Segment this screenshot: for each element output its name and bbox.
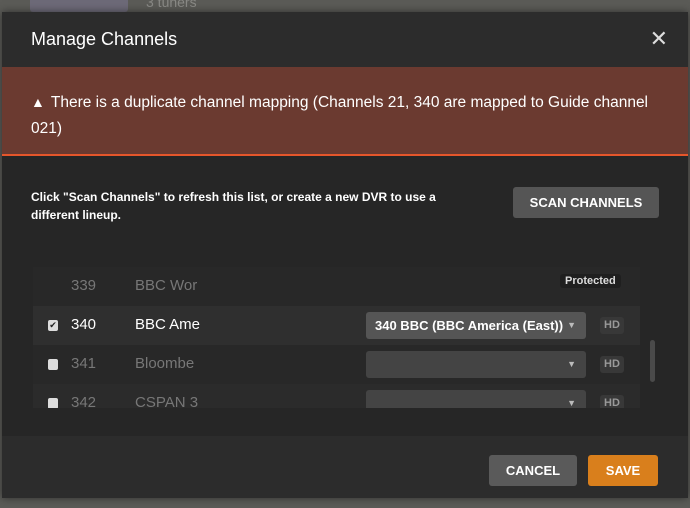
manage-channels-dialog: Manage Channels ✕ ▲ There is a duplicate … [2,12,688,498]
cancel-button[interactable]: CANCEL [489,455,577,486]
protected-badge: Protected [560,274,621,288]
select-value: 340 BBC (BBC America (East)) [375,318,564,333]
chevron-down-icon: ▼ [567,320,576,330]
guide-channel-select[interactable]: ▼ [366,351,586,378]
dialog-header: Manage Channels ✕ [2,12,688,67]
guide-channel-select[interactable]: ▼ [366,390,586,408]
channel-name: BBC Wor [135,277,198,294]
channel-row: 341 Bloombe ▼ HD [33,345,640,384]
info-text: Click "Scan Channels" to refresh this li… [31,190,436,222]
background-tuners-text: 3 tuners [146,0,197,10]
channel-number: 340 [71,316,97,333]
channel-number: 341 [71,355,97,372]
channel-row: 339 BBC Wor Protected [33,267,640,306]
channel-name: BBC Ame [135,316,201,333]
background-device-thumbnail [30,0,128,12]
dialog-title: Manage Channels [31,29,178,49]
channel-name: CSPAN 3 [135,394,199,408]
alert-message: There is a duplicate channel mapping (Ch… [31,94,649,137]
channel-number: 342 [71,394,97,408]
scan-channels-button[interactable]: SCAN CHANNELS [513,187,659,218]
channel-row: 342 CSPAN 3 ▼ HD [33,384,640,408]
channel-checkbox[interactable] [48,359,58,370]
chevron-down-icon: ▼ [567,359,576,369]
close-icon[interactable]: ✕ [650,26,668,52]
channel-checkbox[interactable] [48,398,58,408]
channel-name: Bloombe [135,355,195,372]
duplicate-mapping-alert: ▲ There is a duplicate channel mapping (C… [2,67,688,156]
channel-list: 339 BBC Wor Protected ✔ 340 BBC Ame 340 … [33,267,640,408]
channel-row: ✔ 340 BBC Ame 340 BBC (BBC America (East… [33,306,640,345]
chevron-down-icon: ▼ [567,398,576,408]
channel-list-scrollbar[interactable] [650,340,655,382]
channel-checkbox[interactable]: ✔ [48,320,58,331]
channel-number: 339 [71,277,97,294]
warning-icon: ▲ [31,94,45,110]
save-button[interactable]: SAVE [588,455,658,486]
dialog-footer: CANCEL SAVE [2,436,688,498]
hd-badge: HD [600,356,624,373]
hd-badge: HD [600,395,624,408]
hd-badge: HD [600,317,624,334]
guide-channel-select[interactable]: 340 BBC (BBC America (East)) ▼ [366,312,586,339]
